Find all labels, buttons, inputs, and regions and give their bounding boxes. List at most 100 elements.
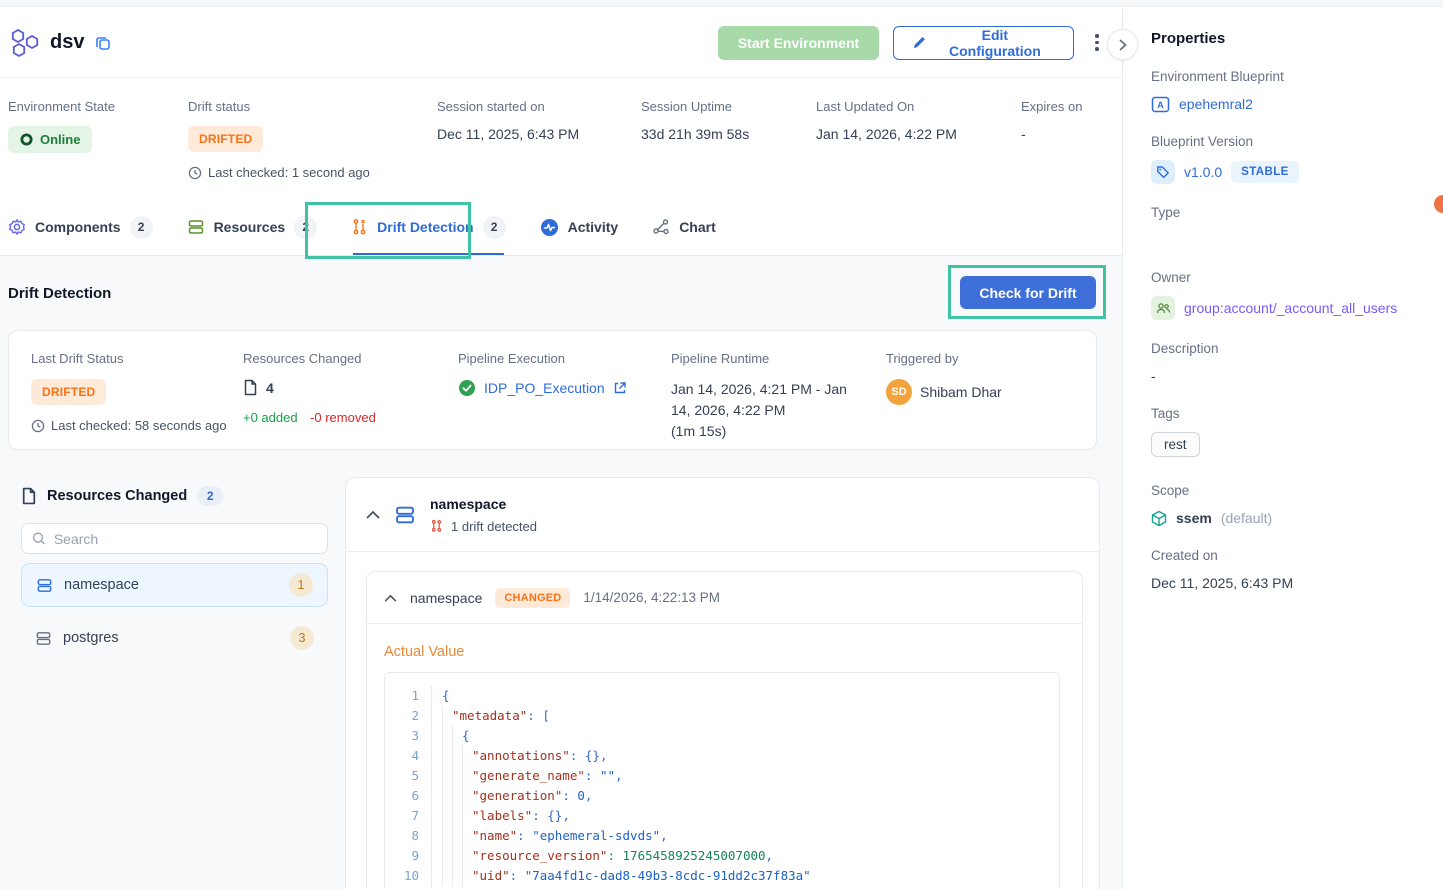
drift-last-checked: Last checked: 1 second ago <box>188 165 370 180</box>
code-line: "uid": "7aa4fd1c-dad8-49b3-8cdc-91dd2c37… <box>442 866 811 886</box>
check-for-drift-button[interactable]: Check for Drift <box>960 276 1096 309</box>
check-circle-icon <box>458 379 476 397</box>
status-badge-drifted: DRIFTED <box>31 379 106 405</box>
main-content: dsv Start Environment Edit Configuration… <box>0 8 1122 889</box>
code-viewer[interactable]: 12345678910 {"metadata": [{"annotations"… <box>384 672 1060 889</box>
info-last-updated: Last Updated On Jan 14, 2026, 4:22 PM <box>816 99 957 142</box>
scope-default-label: (default) <box>1221 510 1272 526</box>
scope-name: ssem <box>1176 510 1212 526</box>
collapse-panel-button[interactable] <box>1107 29 1138 60</box>
app-root: dsv Start Environment Edit Configuration… <box>0 0 1443 889</box>
code-line: { <box>442 686 811 706</box>
resource-detail-header: namespace 1 drift detected <box>346 478 1099 552</box>
info-drift-status: Drift status DRIFTED Last checked: 1 sec… <box>188 99 370 180</box>
search-input[interactable] <box>54 531 317 547</box>
file-icon <box>243 379 258 396</box>
resource-item-namespace[interactable]: namespace 1 <box>21 563 328 607</box>
code-line: "annotations": {}, <box>442 746 811 766</box>
drift-entry-card: namespace CHANGED 1/14/2026, 4:22:13 PM … <box>366 571 1083 889</box>
prop-owner: Owner group:account/_account_all_users <box>1151 270 1425 320</box>
external-link-icon[interactable] <box>613 381 627 395</box>
tab-chart[interactable]: Chart <box>652 199 716 255</box>
tab-activity[interactable]: Activity <box>540 199 619 255</box>
drift-entry-header[interactable]: namespace CHANGED 1/14/2026, 4:22:13 PM <box>367 572 1082 624</box>
status-badge-drifted: DRIFTED <box>188 126 263 152</box>
entry-timestamp: 1/14/2026, 4:22:13 PM <box>583 590 720 605</box>
top-strip <box>0 0 1443 7</box>
resource-search[interactable] <box>21 523 328 554</box>
code-line-number: 6 <box>385 786 419 806</box>
stack-icon <box>36 577 53 594</box>
blueprint-link[interactable]: epehemral2 <box>1179 96 1253 112</box>
pipeline-execution-link[interactable]: IDP_PO_Execution <box>484 380 605 396</box>
svg-text:A: A <box>1157 100 1164 110</box>
tab-drift-detection[interactable]: Drift Detection 2 <box>351 199 505 255</box>
stack-icon <box>35 630 52 647</box>
clock-icon <box>31 419 45 433</box>
code-line: { <box>442 726 811 746</box>
version-link[interactable]: v1.0.0 <box>1184 164 1222 180</box>
resource-detail-card: namespace 1 drift detected <box>345 477 1100 889</box>
code-line-number: 4 <box>385 746 419 766</box>
resource-item-postgres[interactable]: postgres 3 <box>21 616 328 660</box>
stat-last-checked: Last checked: 58 seconds ago <box>31 418 227 433</box>
code-line-number: 7 <box>385 806 419 826</box>
start-environment-button[interactable]: Start Environment <box>718 26 879 60</box>
edit-configuration-button[interactable]: Edit Configuration <box>893 26 1074 60</box>
resources-changed-title: Resources Changed <box>47 488 187 504</box>
drift-stats-card: Last Drift Status DRIFTED Last checked: … <box>8 330 1097 450</box>
tab-count-badge: 2 <box>294 216 317 239</box>
prop-scope: Scope ssem (default) <box>1151 483 1425 527</box>
tab-bar: Components 2 Resources 2 <box>0 199 1122 256</box>
stat-pipeline-runtime: Pipeline Runtime Jan 14, 2026, 4:21 PM -… <box>671 351 861 442</box>
file-icon <box>21 487 37 505</box>
drift-icon <box>430 519 443 533</box>
group-icon <box>1151 296 1175 320</box>
info-session-started: Session started on Dec 11, 2025, 6:43 PM <box>437 99 579 142</box>
cube-icon <box>1151 510 1167 527</box>
chevron-up-icon[interactable] <box>366 510 380 519</box>
resources-changed-panel: Resources Changed 2 namespace <box>21 486 328 660</box>
code-line: "resource_version": 1765458925245007000, <box>442 846 811 866</box>
chart-icon <box>652 218 670 236</box>
avatar: SD <box>886 379 912 405</box>
chevron-up-icon[interactable] <box>384 594 397 602</box>
properties-title: Properties <box>1151 30 1425 47</box>
stack-icon <box>187 218 205 236</box>
detail-drift-summary: 1 drift detected <box>430 519 537 534</box>
more-options-button[interactable] <box>1088 30 1106 56</box>
entry-resource-name: namespace <box>410 590 482 606</box>
status-badge-online: Online <box>8 126 92 153</box>
copy-icon[interactable] <box>94 34 112 52</box>
pencil-icon <box>912 35 927 50</box>
prop-type: Type <box>1151 205 1425 249</box>
changed-badge: CHANGED <box>495 588 570 608</box>
code-line-number: 8 <box>385 826 419 846</box>
tag-icon <box>1151 160 1175 184</box>
resources-changed-header: Resources Changed 2 <box>21 486 328 506</box>
prop-environment-blueprint: Environment Blueprint A epehemral2 <box>1151 69 1425 113</box>
prop-description: Description - <box>1151 341 1425 385</box>
code-line: "generation": 0, <box>442 786 811 806</box>
stat-triggered-by: Triggered by SD Shibam Dhar <box>886 351 1002 405</box>
tab-components[interactable]: Components 2 <box>8 199 153 255</box>
stat-last-drift-status: Last Drift Status DRIFTED Last checked: … <box>31 351 227 433</box>
runtime-duration: (1m 15s) <box>671 423 726 439</box>
tab-resources[interactable]: Resources 2 <box>187 199 318 255</box>
code-line: "labels": {}, <box>442 806 811 826</box>
tag-chip: rest <box>1151 432 1200 457</box>
prop-tags: Tags rest <box>1151 406 1425 457</box>
owner-link[interactable]: group:account/_account_all_users <box>1184 300 1397 316</box>
activity-icon <box>540 218 559 237</box>
actual-value-label: Actual Value <box>384 644 464 660</box>
code-line-number: 1 <box>385 686 419 706</box>
detail-resource-title: namespace <box>430 496 537 512</box>
prop-created-on: Created on Dec 11, 2025, 6:43 PM <box>1151 548 1425 592</box>
added-count: +0 added <box>243 410 298 425</box>
removed-count: -0 removed <box>310 410 376 425</box>
code-line: "generate_name": "", <box>442 766 811 786</box>
code-lines: {"metadata": [{"annotations": {},"genera… <box>432 686 811 889</box>
resources-count-badge: 2 <box>197 486 223 506</box>
code-line-number: 2 <box>385 706 419 726</box>
code-line: "name": "ephemeral-sdvds", <box>442 826 811 846</box>
